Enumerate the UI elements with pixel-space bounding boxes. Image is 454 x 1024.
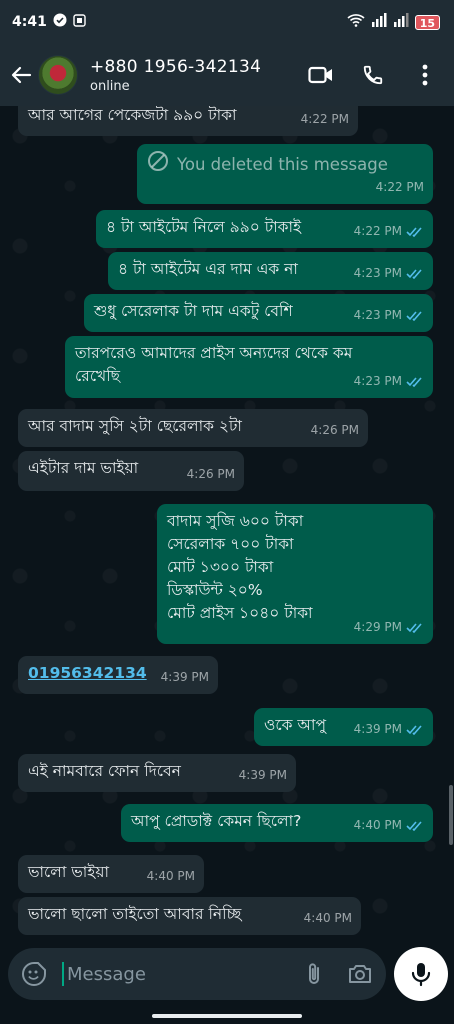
message-incoming[interactable]: ভালো ভাইয়া 4:40 PM <box>18 855 204 893</box>
more-options-icon[interactable] <box>412 62 438 88</box>
message-incoming[interactable]: এইটার দাম ভাইয়া 4:26 PM <box>18 451 244 491</box>
message-time: 4:23 PM <box>353 266 402 280</box>
double-check-icon <box>406 311 422 321</box>
chat-area[interactable]: আর আগের পেকেজটা ৯৯০ টাকা 4:22 PM You del… <box>0 106 454 944</box>
double-check-icon <box>406 821 422 831</box>
message-text: বাদাম সুজি ৬০০ টাকা সেরেলাক ৭০০ টাকা মোট… <box>167 512 313 622</box>
check-circle-icon <box>53 13 67 31</box>
message-outgoing[interactable]: ৪ টা আইটেম এর দাম এক না 4:23 PM <box>108 252 433 290</box>
mic-icon[interactable] <box>394 947 448 1001</box>
message-time: 4:29 PM <box>353 620 402 634</box>
contact-status: online <box>90 78 130 94</box>
double-check-icon <box>406 227 422 237</box>
attach-icon[interactable] <box>300 960 328 988</box>
message-time: 4:40 PM <box>146 869 195 883</box>
contact-info[interactable]: +880 1956-342134 online <box>90 57 261 94</box>
battery-indicator: 15 <box>414 14 440 30</box>
message-time: 4:26 PM <box>186 467 235 481</box>
message-input[interactable] <box>62 962 282 986</box>
emoji-icon[interactable] <box>20 960 48 988</box>
message-time: 4:22 PM <box>375 180 424 194</box>
screenshot-icon <box>73 13 86 31</box>
message-time: 4:23 PM <box>353 308 402 322</box>
message-incoming[interactable]: ভালো ছালো তাইতো আবার নিচ্ছি 4:40 PM <box>18 897 361 935</box>
message-text: আর বাদাম সুসি ২টা ছেরেলাক ২টা <box>28 417 242 435</box>
message-incoming[interactable]: আর আগের পেকেজটা ৯৯০ টাকা 4:22 PM <box>18 106 358 136</box>
composer <box>0 944 454 1024</box>
home-indicator[interactable] <box>152 1014 302 1018</box>
message-outgoing[interactable]: শুধু সেরেলাক টা দাম একটু বেশি 4:23 PM <box>84 294 433 332</box>
double-check-icon <box>406 377 422 387</box>
message-outgoing[interactable]: বাদাম সুজি ৬০০ টাকা সেরেলাক ৭০০ টাকা মোট… <box>157 504 433 644</box>
signal-icon <box>371 13 387 31</box>
avatar[interactable] <box>38 55 78 95</box>
status-time: 4:41 <box>12 14 47 30</box>
blocked-icon <box>147 150 169 178</box>
message-outgoing[interactable]: ওকে আপু 4:39 PM <box>254 708 433 746</box>
double-check-icon <box>406 623 422 633</box>
message-time: 4:39 PM <box>238 768 287 782</box>
message-time: 4:23 PM <box>353 374 402 388</box>
chat-scrollbar[interactable] <box>449 785 453 845</box>
message-outgoing[interactable]: আপু প্রোডাক্ট কেমন ছিলো? 4:40 PM <box>121 804 433 842</box>
message-time: 4:22 PM <box>353 224 402 238</box>
double-check-icon <box>406 269 422 279</box>
chat-header: +880 1956-342134 online <box>0 44 454 106</box>
voice-call-icon[interactable] <box>360 62 386 88</box>
message-outgoing-deleted[interactable]: You deleted this message 4:22 PM <box>137 144 433 204</box>
message-incoming[interactable]: আর বাদাম সুসি ২টা ছেরেলাক ২টা 4:26 PM <box>18 409 368 447</box>
message-time: 4:22 PM <box>300 112 349 126</box>
video-call-icon[interactable] <box>308 62 334 88</box>
message-outgoing[interactable]: ৪ টা আইটেম নিলে ৯৯০ টাকাই 4:22 PM <box>96 210 433 248</box>
message-incoming[interactable]: এই নামবারে ফোন দিবেন 4:39 PM <box>18 754 296 792</box>
camera-icon[interactable] <box>346 960 374 988</box>
double-check-icon <box>406 725 422 735</box>
contact-name: +880 1956-342134 <box>90 56 262 77</box>
message-time: 4:39 PM <box>353 722 402 736</box>
message-time: 4:39 PM <box>160 670 209 684</box>
message-text: You deleted this message <box>177 154 388 174</box>
back-arrow-icon[interactable] <box>8 62 34 88</box>
message-time: 4:40 PM <box>353 818 402 832</box>
message-outgoing[interactable]: তারপরেও আমাদের প্রাইস অন্যদের থেকে কম রে… <box>65 336 433 398</box>
message-time: 4:26 PM <box>310 423 359 437</box>
message-text: ভালো ছালো তাইতো আবার নিচ্ছি <box>28 905 242 923</box>
signal-icon <box>393 13 409 31</box>
message-time: 4:40 PM <box>303 911 352 925</box>
wifi-icon <box>347 13 365 31</box>
status-bar: 4:41 15 <box>0 0 454 44</box>
message-input-box[interactable] <box>8 948 386 1000</box>
message-incoming-link[interactable]: 01956342134 4:39 PM <box>18 656 218 694</box>
